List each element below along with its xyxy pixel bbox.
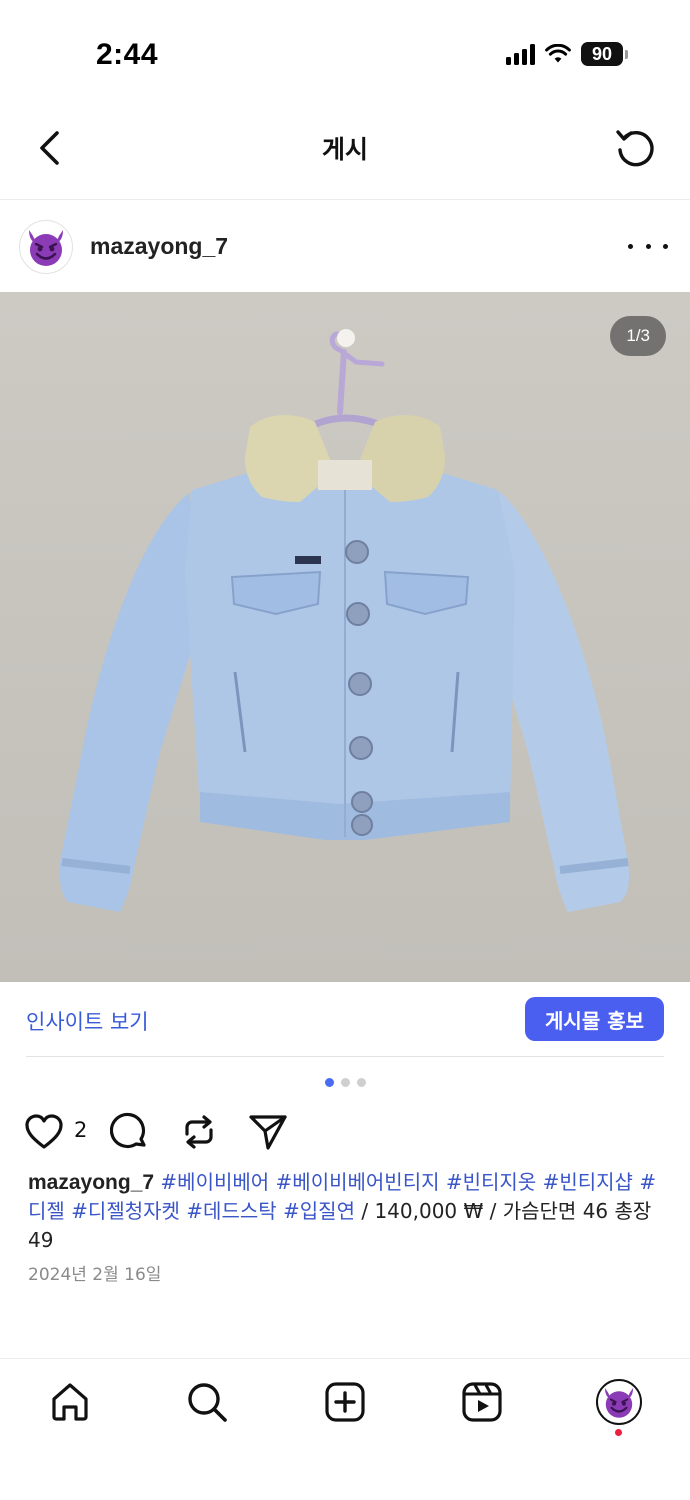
- more-dot-icon: [645, 243, 651, 249]
- jacket-photo: [59, 329, 629, 912]
- comment-button[interactable]: [108, 1110, 152, 1154]
- nav-profile[interactable]: [594, 1377, 644, 1427]
- hashtag[interactable]: #입질연: [283, 1199, 355, 1223]
- top-header: 게시: [0, 100, 690, 200]
- more-options-button[interactable]: [628, 230, 668, 262]
- repost-icon: [185, 1115, 213, 1149]
- cellular-signal-icon: [506, 43, 535, 65]
- post-caption: mazayong_7 #베이비베어 #베이비베어빈티지 #빈티지옷 #빈티지샵 …: [28, 1168, 668, 1255]
- like-count[interactable]: 2: [74, 1118, 87, 1142]
- refresh-button[interactable]: [606, 118, 666, 178]
- hashtag[interactable]: #빈티지샵: [543, 1170, 633, 1194]
- notification-dot: [615, 1429, 622, 1436]
- nav-search[interactable]: [182, 1377, 232, 1427]
- image-counter-badge: 1/3: [610, 316, 666, 356]
- carousel-pagination: [0, 1078, 690, 1087]
- reels-icon: [462, 1382, 502, 1422]
- carousel-dot-active: [324, 1078, 334, 1087]
- caption-username[interactable]: mazayong_7: [28, 1171, 154, 1194]
- search-icon: [188, 1383, 227, 1422]
- send-icon: [249, 1115, 287, 1150]
- battery-icon: 90: [581, 42, 628, 66]
- divider: [26, 1056, 664, 1057]
- nav-reels[interactable]: [457, 1377, 507, 1427]
- hanger-icon: [296, 329, 399, 436]
- carousel-dot: [340, 1078, 350, 1087]
- avatar[interactable]: [19, 220, 73, 274]
- post-header: mazayong_7: [0, 200, 690, 292]
- create-icon: [325, 1382, 365, 1422]
- devil-emoji-icon: [604, 1387, 634, 1418]
- view-insights-link[interactable]: 인사이트 보기: [26, 1006, 149, 1036]
- hashtag[interactable]: #디젤청자켓: [71, 1199, 180, 1223]
- status-icons: 90: [506, 42, 628, 66]
- post-username[interactable]: mazayong_7: [90, 233, 228, 260]
- post-date: 2024년 2월 16일: [28, 1265, 162, 1285]
- bottom-navigation: [0, 1358, 690, 1500]
- jacket-body: [185, 457, 515, 837]
- page-title: 게시: [321, 135, 368, 164]
- devil-emoji-icon: [29, 230, 63, 266]
- carousel-dot: [356, 1078, 366, 1087]
- post-image[interactable]: 1/3: [0, 292, 690, 982]
- hashtag[interactable]: #베이비베어: [160, 1170, 269, 1194]
- like-button[interactable]: [22, 1110, 66, 1154]
- nav-create[interactable]: [320, 1377, 370, 1427]
- action-bar: 2: [0, 1104, 690, 1160]
- repost-button[interactable]: [177, 1110, 221, 1154]
- hashtag[interactable]: #베이비베어빈티지: [276, 1170, 440, 1194]
- promote-post-button[interactable]: 게시물 홍보: [525, 997, 664, 1041]
- more-dot-icon: [628, 243, 633, 249]
- insights-row: 인사이트 보기 게시물 홍보: [0, 982, 690, 1058]
- share-button[interactable]: [246, 1110, 290, 1154]
- wifi-icon: [545, 44, 571, 63]
- left-sleeve: [59, 492, 200, 912]
- avatar: [596, 1379, 642, 1425]
- hashtag[interactable]: #데드스탁: [186, 1199, 276, 1223]
- nav-home[interactable]: [45, 1377, 95, 1427]
- refresh-icon: [616, 130, 654, 167]
- hashtag[interactable]: #빈티지옷: [446, 1170, 536, 1194]
- status-bar: 2:44 90: [0, 0, 690, 100]
- heart-icon: [25, 1114, 63, 1149]
- more-dot-icon: [663, 243, 668, 249]
- status-time: 2:44: [96, 38, 159, 71]
- battery-level: 90: [581, 42, 623, 66]
- home-icon: [52, 1383, 88, 1421]
- comment-icon: [110, 1112, 146, 1149]
